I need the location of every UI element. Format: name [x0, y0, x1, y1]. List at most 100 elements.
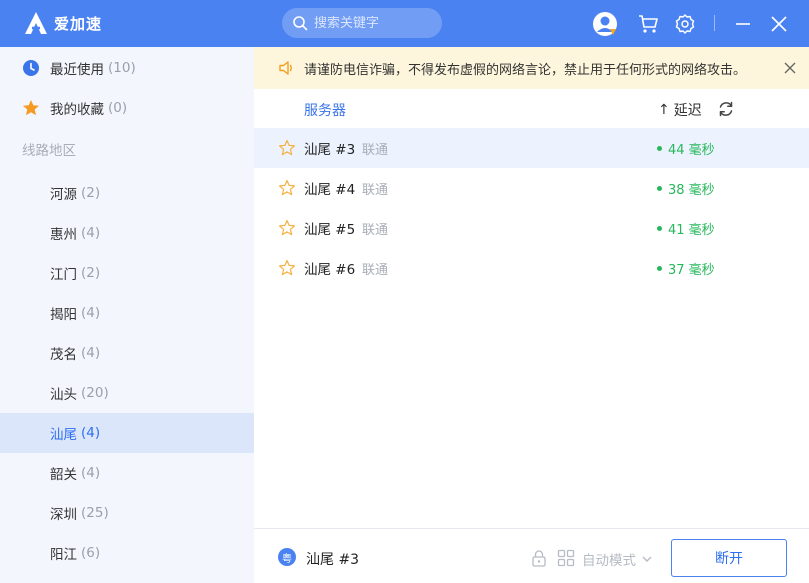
server-latency-value: 41 毫秒	[668, 222, 715, 238]
server-latency: 38 毫秒	[657, 179, 715, 198]
cart-icon	[639, 15, 658, 33]
logo-mark-icon	[25, 12, 47, 34]
server-isp: 联通	[362, 262, 389, 278]
server-row[interactable]: 汕尾 #4 联通 38 毫秒	[254, 168, 809, 208]
server-isp: 联通	[362, 142, 389, 158]
sidebar-item-label: 我的收藏	[50, 102, 104, 118]
status-dot-icon	[657, 265, 662, 271]
sidebar-item-count: (4)	[81, 425, 101, 441]
sidebar-item-label: 韶关	[50, 467, 77, 483]
server-row-selected[interactable]: 汕尾 #3 联通 44 毫秒	[254, 128, 809, 168]
sidebar-item-label: 深圳	[50, 507, 77, 523]
column-header-latency-label: 延迟	[673, 103, 702, 119]
server-name: 汕尾 #5	[304, 222, 356, 238]
sidebar-item-label: 河源	[50, 187, 77, 203]
star-filled-icon	[23, 100, 39, 116]
server-name: 汕尾 #6	[304, 262, 356, 278]
notice-text: 请谨防电信诈骗，不得发布虚假的网络言论，禁止用于任何形式的网络攻击。	[304, 62, 747, 78]
sidebar-item-count: (6)	[81, 545, 101, 561]
sidebar-item-label: 汕尾	[50, 427, 77, 443]
star-outline-icon[interactable]	[278, 139, 296, 157]
current-server-name: 汕尾 #3	[306, 552, 360, 568]
server-row[interactable]: 汕尾 #6 联通 37 毫秒	[254, 248, 809, 288]
sidebar-item-favorites[interactable]: 我的收藏 (0)	[0, 88, 254, 128]
sidebar-item-recent[interactable]: 最近使用 (10)	[0, 48, 254, 88]
lock-icon[interactable]	[530, 549, 548, 567]
speaker-icon	[279, 61, 292, 75]
server-latency: 41 毫秒	[657, 219, 715, 238]
column-header-latency[interactable]: ↑ 延迟	[658, 100, 702, 120]
sidebar-item-region[interactable]: 惠州 (4)	[0, 213, 254, 253]
app-logo: 爱加速	[24, 11, 102, 35]
user-avatar-button[interactable]	[592, 11, 618, 37]
connection-footer: 粤 汕尾 #3 自动模式 断开	[254, 528, 809, 583]
sidebar-item-region[interactable]: 汕头 (20)	[0, 373, 254, 413]
minimize-button[interactable]	[730, 11, 756, 37]
star-outline-icon[interactable]	[278, 259, 296, 277]
server-name: 汕尾 #3	[304, 142, 356, 158]
search-icon	[293, 16, 308, 31]
sidebar-item-label: 江门	[50, 267, 77, 283]
server-latency-value: 44 毫秒	[668, 142, 715, 158]
sidebar-item-count: (4)	[81, 225, 101, 241]
mode-select-label: 自动模式	[582, 553, 636, 569]
status-dot-icon	[657, 225, 662, 231]
search-box[interactable]	[282, 8, 442, 38]
sidebar-item-region[interactable]: 深圳 (25)	[0, 493, 254, 533]
sidebar-item-count: (2)	[81, 265, 101, 281]
server-isp: 联通	[362, 182, 389, 198]
disconnect-button[interactable]: 断开	[671, 539, 787, 577]
server-name: 汕尾 #4	[304, 182, 356, 198]
sidebar-item-count: (0)	[108, 100, 128, 116]
sidebar-section-title: 线路地区	[22, 143, 76, 159]
sidebar-item-region[interactable]: 茂名 (4)	[0, 333, 254, 373]
star-outline-icon[interactable]	[278, 219, 296, 237]
sidebar-item-count: (4)	[81, 345, 101, 361]
gear-icon	[675, 14, 695, 34]
sidebar-item-count: (4)	[81, 465, 101, 481]
sidebar: 最近使用 (10) 我的收藏 (0) 线路地区 河源 (2) 惠州 (4) 江门…	[0, 47, 254, 583]
sidebar-item-count: (4)	[81, 305, 101, 321]
column-header-server[interactable]: 服务器	[304, 100, 346, 120]
refresh-icon[interactable]	[716, 99, 736, 119]
sort-arrow-icon: ↑	[658, 102, 670, 118]
sidebar-item-count: (20)	[81, 385, 109, 401]
close-button[interactable]	[766, 11, 792, 37]
search-input[interactable]	[314, 15, 434, 31]
sidebar-item-count: (2)	[81, 185, 101, 201]
close-icon[interactable]	[782, 60, 798, 76]
chevron-down-icon	[642, 556, 652, 562]
sidebar-item-label: 阳江	[50, 547, 77, 563]
sidebar-item-label: 茂名	[50, 347, 77, 363]
sidebar-item-region[interactable]: 江门 (2)	[0, 253, 254, 293]
status-dot-icon	[657, 145, 662, 151]
grid-icon[interactable]	[557, 549, 575, 567]
star-outline-icon[interactable]	[278, 179, 296, 197]
sidebar-item-label: 惠州	[50, 227, 77, 243]
sidebar-item-label: 汕头	[50, 387, 77, 403]
sidebar-item-label: 揭阳	[50, 307, 77, 323]
sidebar-item-count: (25)	[81, 505, 109, 521]
title-bar: 爱加速	[0, 0, 809, 47]
status-dot-icon	[657, 185, 662, 191]
notice-banner: 请谨防电信诈骗，不得发布虚假的网络言论，禁止用于任何形式的网络攻击。	[254, 47, 809, 89]
app-title: 爱加速	[54, 14, 103, 33]
region-badge: 粤	[278, 548, 296, 566]
server-row[interactable]: 汕尾 #5 联通 41 毫秒	[254, 208, 809, 248]
user-avatar-icon	[593, 12, 617, 36]
cart-button[interactable]	[635, 11, 661, 37]
sidebar-item-region[interactable]: 韶关 (4)	[0, 453, 254, 493]
mode-select[interactable]: 自动模式	[582, 549, 653, 569]
sidebar-item-region[interactable]: 河源 (2)	[0, 173, 254, 213]
sidebar-item-region[interactable]: 阳江 (6)	[0, 533, 254, 573]
minimize-icon	[736, 23, 750, 25]
sidebar-item-region[interactable]: 揭阳 (4)	[0, 293, 254, 333]
sidebar-item-count: (10)	[108, 60, 136, 76]
settings-button[interactable]	[672, 11, 698, 37]
sidebar-item-label: 最近使用	[50, 62, 104, 78]
server-latency: 44 毫秒	[657, 139, 715, 158]
server-latency-value: 38 毫秒	[668, 182, 715, 198]
sidebar-item-region-selected[interactable]: 汕尾 (4)	[0, 413, 254, 453]
close-icon	[771, 16, 787, 32]
clock-icon	[23, 60, 39, 76]
